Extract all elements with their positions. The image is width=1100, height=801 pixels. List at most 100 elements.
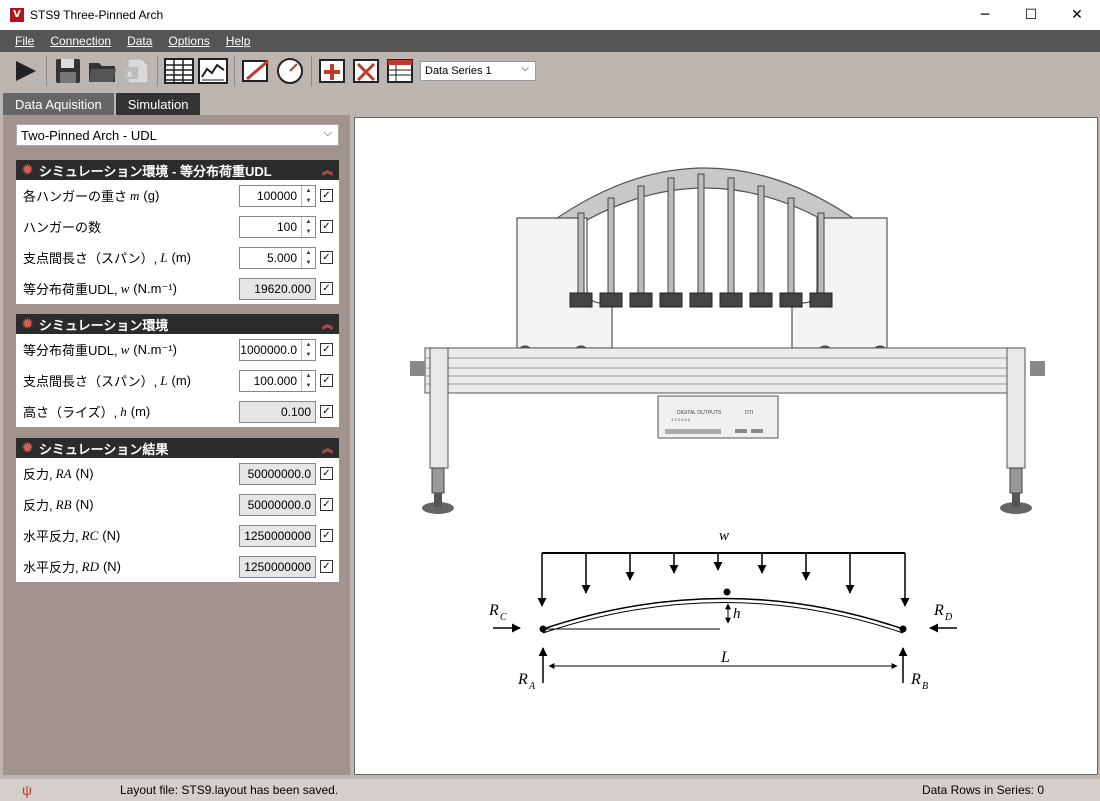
menu-connection[interactable]: Connection [43,34,120,48]
spin-buttons[interactable]: ▲ ▼ [301,216,315,237]
tab-data-aquisition[interactable]: Data Aquisition [3,93,114,115]
parameter-label: 各ハンガーの重さ [23,189,128,204]
spin-buttons[interactable]: ▲ ▼ [301,247,315,268]
reaction-d-subscript: D [944,612,953,623]
spin-down-icon[interactable]: ▼ [302,196,315,206]
spin-up-icon[interactable]: ▲ [302,340,315,350]
menu-data[interactable]: Data [120,34,161,48]
open-folder-icon[interactable] [85,55,119,87]
parameter-checkbox[interactable]: ✓ [320,251,333,264]
toolbar-separator [46,56,47,86]
parameter-value-field[interactable]: 100 ▲ ▼ [239,215,316,238]
hanger-rod [757,185,765,294]
spin-down-icon[interactable]: ▼ [302,350,315,360]
parameter-value-field[interactable]: 100000 ▲ ▼ [239,184,316,207]
maximize-button[interactable]: ☐ [1008,0,1054,30]
arch-diagram: DIGITAL OUTPUTS DTI 1 2 3 4 5 6 w h L R … [410,167,1045,692]
collapse-icon[interactable]: ︽ [322,162,333,178]
parameter-unit: (N) [102,528,121,543]
data-series-select[interactable]: Data Series 1 ⌵ [420,61,536,81]
reaction-a-label: R [517,671,528,688]
chevron-down-icon: ⌵ [521,63,529,74]
parameter-value-field[interactable]: 1000000.0 ▲ ▼ [239,338,316,361]
parameter-unit: (m) [171,250,192,265]
spin-down-icon[interactable]: ▼ [302,227,315,237]
section-1: ✹ シミュレーション環境 ︽ 等分布荷重UDL, w (N.m⁻¹) 1000000.0 ▲ ▼… [16,314,339,427]
spin-buttons[interactable]: ▲ ▼ [301,370,315,391]
dti-channel-numbers: 1 2 3 4 5 6 [671,417,691,422]
rise-label: h [733,606,741,622]
table-icon[interactable] [162,55,196,87]
parameter-row: 水平反力, RC (N) 1250000000 ✓ [16,520,339,551]
menu-file[interactable]: File [8,34,43,48]
dti-label-2: DTI [745,410,753,416]
parameter-value-field[interactable]: 19620.000 [239,277,316,300]
data-rows-count: Data Rows in Series: 0 [921,783,1044,797]
collapse-icon[interactable]: ︽ [322,316,333,332]
parameter-value-field[interactable]: 5.000 ▲ ▼ [239,246,316,269]
play-icon[interactable] [8,55,42,87]
parameter-row: 支点間長さ（スパン）, L (m) 100.000 ▲ ▼ ✓ [16,365,339,396]
spin-up-icon[interactable]: ▲ [302,371,315,381]
parameter-checkbox[interactable]: ✓ [320,529,333,542]
section-header[interactable]: ✹ シミュレーション環境 ︽ [16,314,339,334]
minimize-button[interactable]: ─ [962,0,1008,30]
parameter-checkbox[interactable]: ✓ [320,467,333,480]
parameter-value-field[interactable]: 50000000.0 [239,462,316,485]
hanger-weight [779,292,803,308]
data-series-value: Data Series 1 [425,65,492,77]
parameter-row: 等分布荷重UDL, w (N.m⁻¹) 19620.000 ✓ [16,273,339,304]
parameter-value-field[interactable]: 1250000000 [239,555,316,578]
spin-buttons[interactable]: ▲ ▼ [301,339,315,360]
section-0: ✹ シミュレーション環境 - 等分布荷重UDL ︽ 各ハンガーの重さ m (g) 10000… [16,160,339,304]
parameter-checkbox[interactable]: ✓ [320,374,333,387]
udl-label: w [719,528,729,544]
collapse-icon[interactable]: ︽ [322,440,333,456]
parameter-value: 5.000 [266,250,297,265]
spin-down-icon[interactable]: ▼ [302,381,315,391]
hanger-weight [599,292,623,308]
close-button[interactable]: ✕ [1054,0,1100,30]
parameter-symbol: w [120,341,130,357]
parameter-checkbox[interactable]: ✓ [320,220,333,233]
series-table-icon[interactable] [384,55,418,87]
tab-simulation[interactable]: Simulation [115,93,201,115]
parameter-checkbox[interactable]: ✓ [320,282,333,295]
parameter-checkbox[interactable]: ✓ [320,189,333,202]
excel-export-icon[interactable]: x [119,55,153,87]
section-header[interactable]: ✹ シミュレーション環境 - 等分布荷重UDL ︽ [16,160,339,180]
parameter-checkbox[interactable]: ✓ [320,498,333,511]
simulation-type-select[interactable]: Two-Pinned Arch - UDL ⌵ [16,124,339,146]
parameter-label: 支点間長さ（スパン）, [23,251,158,266]
spin-buttons[interactable]: ▲ ▼ [301,185,315,206]
hanger-weight [629,292,653,308]
spin-down-icon[interactable]: ▼ [302,258,315,268]
section-header[interactable]: ✹ シミュレーション結果 ︽ [16,438,339,458]
spin-up-icon[interactable]: ▲ [302,186,315,196]
reaction-c-subscript: C [500,612,507,623]
menu-options[interactable]: Options [161,34,218,48]
graph-icon[interactable] [196,55,230,87]
parameter-value-field[interactable]: 50000000.0 [239,493,316,516]
reaction-d-label: R [933,602,944,619]
parameter-value-field[interactable]: 1250000000 [239,524,316,547]
spin-up-icon[interactable]: ▲ [302,217,315,227]
edit-chart-icon[interactable] [239,55,273,87]
add-series-icon[interactable] [316,55,350,87]
parameter-checkbox[interactable]: ✓ [320,405,333,418]
parameter-unit: (N) [75,497,94,512]
svg-text:x: x [127,69,132,80]
parameter-checkbox[interactable]: ✓ [320,343,333,356]
spin-up-icon[interactable]: ▲ [302,248,315,258]
save-icon[interactable] [51,55,85,87]
parameter-value-field[interactable]: 0.100 [239,400,316,423]
hanger-weight [659,292,683,308]
menu-help[interactable]: Help [219,34,260,48]
delete-series-icon[interactable] [350,55,384,87]
gauge-icon[interactable] [273,55,307,87]
parameter-value-field[interactable]: 100.000 ▲ ▼ [239,369,316,392]
parameter-label: 等分布荷重UDL, [23,343,118,358]
parameter-checkbox[interactable]: ✓ [320,560,333,573]
menu-bar: File Connection Data Options Help [0,30,1100,52]
parameter-label: 水平反力, [23,529,79,544]
